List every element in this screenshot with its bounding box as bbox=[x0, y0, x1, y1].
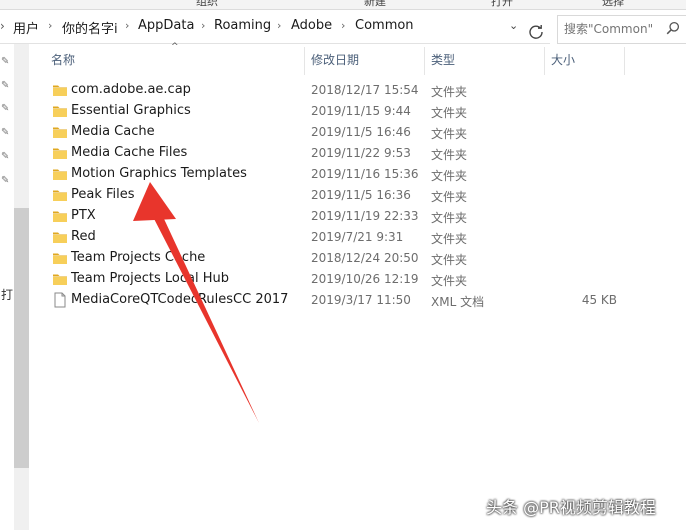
address-bar[interactable]: › 用户 › 你的名字i › AppData › Roaming › Adobe… bbox=[0, 10, 550, 44]
file-date: 2019/11/19 22:33 bbox=[311, 209, 419, 223]
ribbon-group-open[interactable]: 打开 bbox=[491, 0, 513, 9]
file-type: 文件夹 bbox=[431, 85, 468, 99]
folder-icon bbox=[53, 190, 67, 201]
navigation-scrollbar[interactable] bbox=[14, 44, 29, 530]
watermark: 头条 @PR视频剪辑教程 bbox=[486, 498, 656, 517]
address-history-chevron-down-icon[interactable]: ⌄ bbox=[509, 19, 518, 32]
file-type: 文件夹 bbox=[431, 253, 468, 267]
file-type: 文件夹 bbox=[431, 211, 468, 225]
navigation-pane: ✎ ✎ ✎ ✎ ✎ ✎ 打 bbox=[0, 44, 14, 530]
pin-icon[interactable]: ✎ bbox=[1, 175, 9, 186]
pin-icon[interactable]: ✎ bbox=[1, 56, 9, 67]
breadcrumb-separator-icon[interactable]: › bbox=[201, 19, 205, 32]
file-date: 2019/11/5 16:36 bbox=[311, 188, 411, 202]
column-divider[interactable] bbox=[624, 47, 625, 75]
file-type: 文件夹 bbox=[431, 106, 468, 120]
ribbon-group-organize[interactable]: 组织 bbox=[196, 0, 218, 9]
folder-icon bbox=[53, 169, 67, 180]
pin-icon[interactable]: ✎ bbox=[1, 80, 9, 91]
file-date: 2019/11/16 15:36 bbox=[311, 167, 419, 181]
breadcrumb-overflow-chevron-icon[interactable]: › bbox=[0, 19, 5, 33]
file-name: Media Cache Files bbox=[71, 145, 188, 160]
file-date: 2019/7/21 9:31 bbox=[311, 230, 404, 244]
breadcrumb-users[interactable]: 用户 bbox=[13, 18, 39, 37]
file-type: 文件夹 bbox=[431, 127, 468, 141]
file-row[interactable]: Peak Files 2019/11/5 16:36 文件夹 bbox=[45, 185, 625, 206]
file-type: 文件夹 bbox=[431, 169, 468, 183]
file-row[interactable]: PTX 2019/11/19 22:33 文件夹 bbox=[45, 206, 625, 227]
file-name: Essential Graphics bbox=[71, 103, 191, 118]
file-date: 2019/3/17 11:50 bbox=[311, 293, 411, 307]
file-name: Red bbox=[71, 229, 96, 244]
file-name: com.adobe.ae.cap bbox=[71, 82, 191, 97]
file-date: 2018/12/24 20:50 bbox=[311, 251, 419, 265]
document-icon bbox=[54, 292, 66, 308]
file-size: 45 KB bbox=[581, 293, 617, 307]
pin-icon[interactable]: ✎ bbox=[1, 103, 9, 114]
column-header-date[interactable]: 修改日期 bbox=[305, 45, 425, 75]
file-name: PTX bbox=[71, 208, 96, 223]
search-icon[interactable] bbox=[666, 21, 680, 35]
breadcrumb-username[interactable]: 你的名字i bbox=[62, 18, 118, 37]
breadcrumb-common[interactable]: Common bbox=[355, 18, 414, 33]
folder-icon bbox=[53, 127, 67, 138]
file-name: Media Cache bbox=[71, 124, 155, 139]
file-date: 2019/10/26 12:19 bbox=[311, 272, 419, 286]
file-type: 文件夹 bbox=[431, 274, 468, 288]
file-name: Peak Files bbox=[71, 187, 135, 202]
file-name: Team Projects Local Hub bbox=[71, 271, 229, 286]
folder-icon bbox=[53, 253, 67, 264]
pin-icon[interactable]: ✎ bbox=[1, 127, 9, 138]
file-name: Motion Graphics Templates bbox=[71, 166, 247, 181]
file-row[interactable]: Team Projects Local Hub 2019/10/26 12:19 文… bbox=[45, 269, 625, 290]
file-row[interactable]: com.adobe.ae.cap 2018/12/17 15:54 文件夹 bbox=[45, 80, 625, 101]
pin-icon[interactable]: ✎ bbox=[1, 151, 9, 162]
folder-icon bbox=[53, 274, 67, 285]
column-header-type[interactable]: 类型 bbox=[425, 45, 545, 75]
folder-icon bbox=[53, 211, 67, 222]
ribbon-group-new[interactable]: 新建 bbox=[364, 0, 386, 9]
ribbon-strip: 组织 新建 打开 选择 bbox=[0, 0, 686, 10]
refresh-icon[interactable] bbox=[526, 22, 546, 42]
folder-icon bbox=[53, 106, 67, 117]
breadcrumb-roaming[interactable]: Roaming bbox=[214, 18, 271, 33]
breadcrumb-separator-icon[interactable]: › bbox=[341, 19, 345, 32]
file-row[interactable]: MediaCoreQTCodecRulesCC 2017 2019/3/17 11… bbox=[45, 290, 625, 311]
file-date: 2019/11/22 9:53 bbox=[311, 146, 411, 160]
file-type: 文件夹 bbox=[431, 232, 468, 246]
column-header-name[interactable]: 名称 bbox=[45, 45, 305, 75]
file-row[interactable]: Media Cache Files 2019/11/22 9:53 文件夹 bbox=[45, 143, 625, 164]
scrollbar-thumb[interactable] bbox=[14, 208, 29, 468]
file-row[interactable]: Essential Graphics 2019/11/15 9:44 文件夹 bbox=[45, 101, 625, 122]
file-row[interactable]: Team Projects Cache 2018/12/24 20:50 文件夹 bbox=[45, 248, 625, 269]
file-row[interactable]: Media Cache 2019/11/5 16:46 文件夹 bbox=[45, 122, 625, 143]
folder-icon bbox=[53, 232, 67, 243]
search-input[interactable] bbox=[564, 20, 664, 38]
folder-icon bbox=[53, 148, 67, 159]
file-type: XML 文档 bbox=[431, 295, 485, 309]
file-type: 文件夹 bbox=[431, 148, 468, 162]
breadcrumb-separator-icon[interactable]: › bbox=[277, 19, 281, 32]
file-date: 2018/12/17 15:54 bbox=[311, 83, 419, 97]
file-name: Team Projects Cache bbox=[71, 250, 206, 265]
file-row[interactable]: Motion Graphics Templates 2019/11/16 15:3… bbox=[45, 164, 625, 185]
folder-icon bbox=[53, 85, 67, 96]
file-name: MediaCoreQTCodecRulesCC 2017 bbox=[71, 292, 289, 307]
breadcrumb-adobe[interactable]: Adobe bbox=[291, 18, 332, 33]
file-row[interactable]: Red 2019/7/21 9:31 文件夹 bbox=[45, 227, 625, 248]
breadcrumb-appdata[interactable]: AppData bbox=[138, 18, 194, 33]
nav-item-label[interactable]: 打 bbox=[1, 286, 13, 303]
file-type: 文件夹 bbox=[431, 190, 468, 204]
search-box[interactable] bbox=[557, 15, 686, 44]
column-header-row: ^ 名称 修改日期 类型 大小 bbox=[45, 42, 625, 75]
breadcrumb-separator-icon[interactable]: › bbox=[48, 19, 52, 32]
ribbon-group-select[interactable]: 选择 bbox=[602, 0, 624, 9]
breadcrumb-separator-icon[interactable]: › bbox=[125, 19, 129, 32]
column-header-size[interactable]: 大小 bbox=[545, 45, 625, 75]
file-date: 2019/11/5 16:46 bbox=[311, 125, 411, 139]
file-date: 2019/11/15 9:44 bbox=[311, 104, 411, 118]
